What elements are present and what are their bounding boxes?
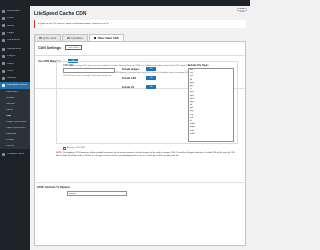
tools-icon xyxy=(2,69,5,73)
page-title: LiteSpeed Cache CDN xyxy=(34,11,87,17)
panel-title: CDN Settings xyxy=(38,45,61,50)
users-icon xyxy=(2,62,5,66)
tab-quic-cloud[interactable]: QUIC.cloud xyxy=(34,34,62,41)
sidebar-item-users[interactable]: Users xyxy=(0,60,30,67)
sidebar-item-tools[interactable]: Tools xyxy=(0,68,30,75)
litespeed-icon xyxy=(2,83,5,87)
screen-options-button[interactable]: Screen Options xyxy=(237,8,247,13)
cdn-note: NOTE: To randomize CDN hostname, define … xyxy=(56,152,235,157)
comments-icon xyxy=(2,38,5,42)
cloud-icon xyxy=(39,36,42,40)
include-images-toggle[interactable]: ON xyxy=(146,67,156,71)
plus-icon xyxy=(63,147,66,150)
cdn-tabs: QUIC.cloud Cloudflare Other Static CDN xyxy=(34,34,125,41)
add-cdn-url-link[interactable]: Add new CDN URL xyxy=(63,147,85,150)
sidebar-item-dashboard[interactable]: Dashboard xyxy=(0,8,30,15)
plugins-icon xyxy=(2,55,5,59)
error-notice: In order to use QC services, need a real… xyxy=(34,20,246,28)
file-types-label: Include File Types xyxy=(188,64,209,67)
tab-cloudflare[interactable]: Cloudflare xyxy=(62,34,88,41)
include-css-toggle[interactable]: ON xyxy=(146,76,156,80)
server-icon xyxy=(93,36,97,40)
sidebar-item-litespeed-cache[interactable]: LiteSpeed Cache xyxy=(0,81,30,90)
cdn-url-label: CDN URL xyxy=(63,64,74,67)
sidebar-item-comments[interactable]: Comments xyxy=(0,37,30,44)
sidebar-item-pages[interactable]: Pages xyxy=(0,30,30,37)
learn-more-button[interactable]: Learn More xyxy=(64,45,83,51)
sidebar-item-posts[interactable]: Posts xyxy=(0,15,30,22)
cloudflare-icon xyxy=(67,36,70,40)
file-type-item: woff2 xyxy=(190,132,195,135)
html-attribute-input[interactable] xyxy=(67,191,127,196)
sidebar-item-plugins[interactable]: Plugins xyxy=(0,53,30,60)
cdn-url-help: CDN URL to be used. For example, https:/… xyxy=(63,75,112,77)
settings-icon xyxy=(2,76,5,80)
sidebar-item-appearance[interactable]: Appearance xyxy=(0,46,30,53)
sidebar-item-settings[interactable]: Settings xyxy=(0,75,30,82)
sidebar-item-media[interactable]: Media xyxy=(0,22,30,29)
panel-header: CDN Settings Learn More xyxy=(38,45,83,51)
posts-icon xyxy=(2,17,5,21)
collapse-icon xyxy=(2,153,5,157)
pages-icon xyxy=(2,31,5,35)
include-js-label: Include JS xyxy=(122,86,134,89)
html-attribute-label: HTML Attribute To Replace xyxy=(37,186,70,189)
tab-other-static-cdn[interactable]: Other Static CDN xyxy=(88,34,124,41)
file-types-textarea[interactable]: aac css eot gif jpeg jpg js less mp3 mp4… xyxy=(188,68,234,142)
collapse-menu-button[interactable]: Collapse menu xyxy=(0,151,30,158)
include-js-toggle[interactable]: ON xyxy=(146,85,156,89)
include-css-label: Include CSS xyxy=(122,77,136,80)
admin-sidebar: Dashboard Posts Media Pages Comments App… xyxy=(0,6,30,250)
main-content: Screen Options LiteSpeed Cache CDN In or… xyxy=(30,6,250,250)
appearance-icon xyxy=(2,48,5,52)
cdn-url-input[interactable] xyxy=(63,68,115,73)
media-icon xyxy=(2,24,5,28)
dashboard-icon xyxy=(2,10,5,14)
include-images-label: Include Images xyxy=(122,68,140,71)
